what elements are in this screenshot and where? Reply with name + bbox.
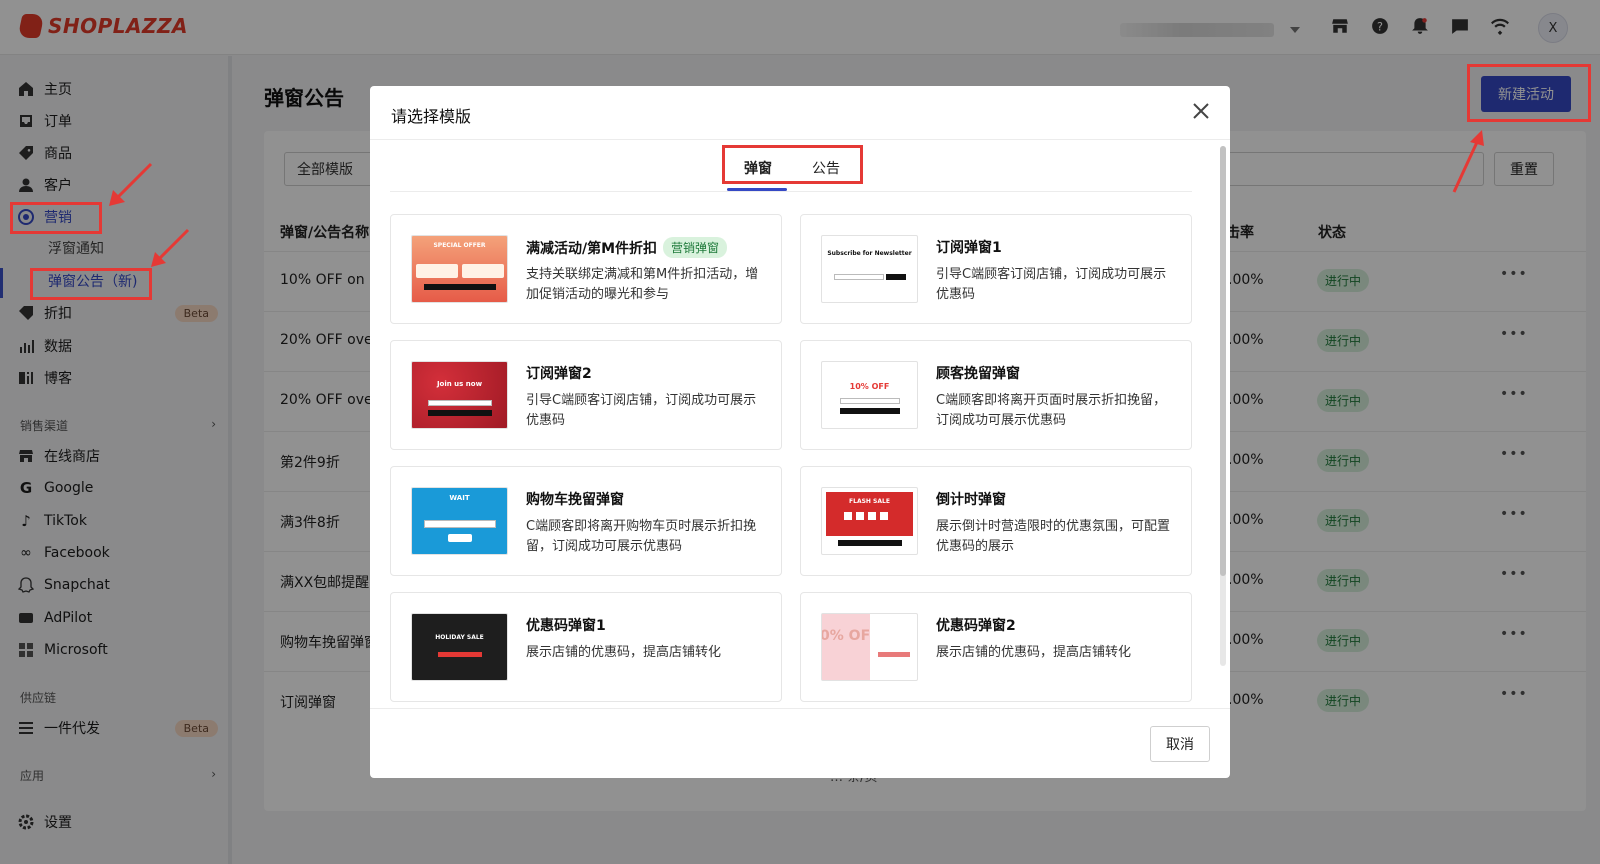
modal-tabs: 弹窗 公告 — [370, 140, 1230, 192]
template-title: 倒计时弹窗 — [936, 489, 1006, 509]
template-select-modal: 请选择模版 弹窗 公告 SPECIAL OFFER 满减活动/第M件折扣 营销弹… — [370, 86, 1230, 778]
modal-footer: 取消 — [370, 708, 1230, 778]
template-thumbnail: 50% OFF — [821, 613, 918, 681]
highlight-marketing — [10, 202, 102, 234]
thumb-text: FLASH SALE — [849, 498, 890, 505]
template-title: 订阅弹窗1 — [936, 237, 1002, 257]
highlight-tabs — [722, 145, 863, 184]
template-description: 引导C端顾客订阅店铺，订阅成功可展示优惠码 — [936, 267, 1167, 302]
thumb-text: SPECIAL OFFER — [433, 242, 486, 249]
annotation-arrow — [1452, 130, 1484, 193]
annotation-arrow — [109, 162, 153, 206]
thumb-text: Join us now — [436, 380, 483, 388]
template-title-text: 优惠码弹窗2 — [936, 618, 1016, 634]
template-description: 支持关联绑定满减和第M件折扣活动，增加促销活动的曝光和参与 — [526, 267, 759, 302]
template-thumbnail: WAIT — [411, 487, 508, 555]
template-title: 购物车挽留弹窗 — [526, 489, 624, 509]
template-title: 优惠码弹窗1 — [526, 615, 606, 635]
template-title-text: 订阅弹窗1 — [936, 240, 1002, 256]
template-card[interactable]: HOLIDAY SALE 优惠码弹窗1 展示店铺的优惠码，提高店铺转化 — [390, 592, 782, 702]
annotation-arrow — [151, 228, 190, 267]
template-card[interactable]: 50% OFF 优惠码弹窗2 展示店铺的优惠码，提高店铺转化 — [800, 592, 1192, 702]
scrollbar-thumb[interactable] — [1220, 146, 1226, 576]
template-description: 展示店铺的优惠码，提高店铺转化 — [936, 645, 1132, 660]
template-card[interactable]: 10% OFF 顾客挽留弹窗 C端顾客即将离开页面时展示折扣挽留，订阅成功可展示… — [800, 340, 1192, 450]
highlight-new-button — [1467, 64, 1591, 122]
template-card[interactable]: FLASH SALE 倒计时弹窗 展示倒计时营造限时的优惠氛围，可配置优惠码的展… — [800, 466, 1192, 576]
template-title-text: 倒计时弹窗 — [936, 492, 1006, 508]
template-title: 顾客挽留弹窗 — [936, 363, 1020, 383]
tabs-divider — [390, 191, 1192, 192]
template-title-text: 购物车挽留弹窗 — [526, 492, 624, 508]
template-thumbnail: HOLIDAY SALE — [411, 613, 508, 681]
cancel-button[interactable]: 取消 — [1150, 726, 1210, 762]
thumb-text: 10% OFF — [849, 382, 890, 391]
template-thumbnail: Join us now — [411, 361, 508, 429]
template-title-text: 满减活动/第M件折扣 — [526, 240, 658, 257]
template-card[interactable]: Join us now 订阅弹窗2 引导C端顾客订阅店铺，订阅成功可展示优惠码 — [390, 340, 782, 450]
modal-header: 请选择模版 — [370, 86, 1230, 140]
marketing-popup-tag: 营销弹窗 — [663, 237, 728, 258]
modal-title: 请选择模版 — [391, 107, 472, 126]
thumb-text: WAIT — [449, 494, 470, 502]
template-description: 展示店铺的优惠码，提高店铺转化 — [526, 645, 722, 660]
template-description: C端顾客即将离开页面时展示折扣挽留，订阅成功可展示优惠码 — [936, 393, 1167, 428]
thumb-text: HOLIDAY SALE — [435, 634, 484, 641]
template-description: 展示倒计时营造限时的优惠氛围，可配置优惠码的展示 — [936, 519, 1171, 554]
template-title: 优惠码弹窗2 — [936, 615, 1016, 635]
template-card[interactable]: Subscribe for Newsletter 订阅弹窗1 引导C端顾客订阅店… — [800, 214, 1192, 324]
close-icon[interactable] — [1190, 100, 1212, 122]
template-description: C端顾客即将离开购物车页时展示折扣挽留，订阅成功可展示优惠码 — [526, 519, 757, 554]
template-thumbnail: SPECIAL OFFER — [411, 235, 508, 303]
highlight-popup-notice — [30, 268, 152, 300]
template-card[interactable]: WAIT 购物车挽留弹窗 C端顾客即将离开购物车页时展示折扣挽留，订阅成功可展示… — [390, 466, 782, 576]
template-title: 订阅弹窗2 — [526, 363, 592, 383]
template-thumbnail: Subscribe for Newsletter — [821, 235, 918, 303]
modal-scrollbar[interactable] — [1220, 146, 1226, 666]
thumb-text: Subscribe for Newsletter — [827, 250, 912, 257]
template-thumbnail: FLASH SALE — [821, 487, 918, 555]
template-grid: SPECIAL OFFER 满减活动/第M件折扣 营销弹窗 支持关联绑定满减和第… — [390, 214, 1192, 708]
template-thumbnail: 10% OFF — [821, 361, 918, 429]
template-title-text: 优惠码弹窗1 — [526, 618, 606, 634]
template-title-text: 顾客挽留弹窗 — [936, 366, 1020, 382]
template-title-text: 订阅弹窗2 — [526, 366, 592, 382]
template-card[interactable]: SPECIAL OFFER 满减活动/第M件折扣 营销弹窗 支持关联绑定满减和第… — [390, 214, 782, 324]
template-description: 引导C端顾客订阅店铺，订阅成功可展示优惠码 — [526, 393, 757, 428]
template-title: 满减活动/第M件折扣 营销弹窗 — [526, 237, 728, 258]
